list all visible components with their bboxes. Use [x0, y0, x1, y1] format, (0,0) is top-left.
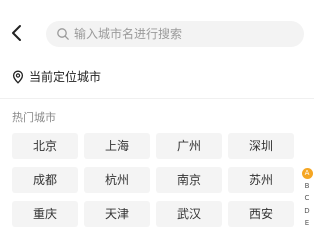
city-button[interactable]: 天津: [84, 201, 150, 227]
search-input[interactable]: [74, 21, 294, 47]
back-button[interactable]: [6, 22, 28, 44]
current-location-label: 当前定位城市: [29, 70, 102, 84]
city-button[interactable]: 深圳: [228, 133, 294, 159]
city-button[interactable]: 上海: [84, 133, 150, 159]
city-button[interactable]: 成都: [12, 167, 78, 193]
hot-cities-grid: 北京 上海 广州 深圳 成都 杭州 南京 苏州 重庆 天津 武汉 西安: [12, 133, 296, 227]
search-box[interactable]: [46, 21, 304, 47]
alpha-index-letter-a[interactable]: A: [301, 168, 313, 179]
alpha-index-letter-e[interactable]: E: [302, 218, 313, 229]
alpha-index-letter-d[interactable]: D: [302, 206, 313, 217]
city-button[interactable]: 重庆: [12, 201, 78, 227]
alphabet-index: A B C D E: [300, 168, 314, 231]
alpha-index-letter-b[interactable]: B: [302, 181, 313, 192]
header-bar: [0, 0, 314, 60]
city-button[interactable]: 杭州: [84, 167, 150, 193]
search-icon: [56, 27, 70, 41]
location-pin-icon: [12, 70, 24, 84]
section-divider: [0, 98, 314, 99]
current-location-row[interactable]: 当前定位城市: [12, 66, 101, 88]
city-button[interactable]: 北京: [12, 133, 78, 159]
city-button[interactable]: 武汉: [156, 201, 222, 227]
city-button[interactable]: 苏州: [228, 167, 294, 193]
city-button[interactable]: 西安: [228, 201, 294, 227]
hot-cities-title: 热门城市: [12, 111, 56, 124]
alpha-index-letter-c[interactable]: C: [302, 193, 313, 204]
chevron-left-icon: [6, 22, 28, 44]
city-button[interactable]: 广州: [156, 133, 222, 159]
city-button[interactable]: 南京: [156, 167, 222, 193]
